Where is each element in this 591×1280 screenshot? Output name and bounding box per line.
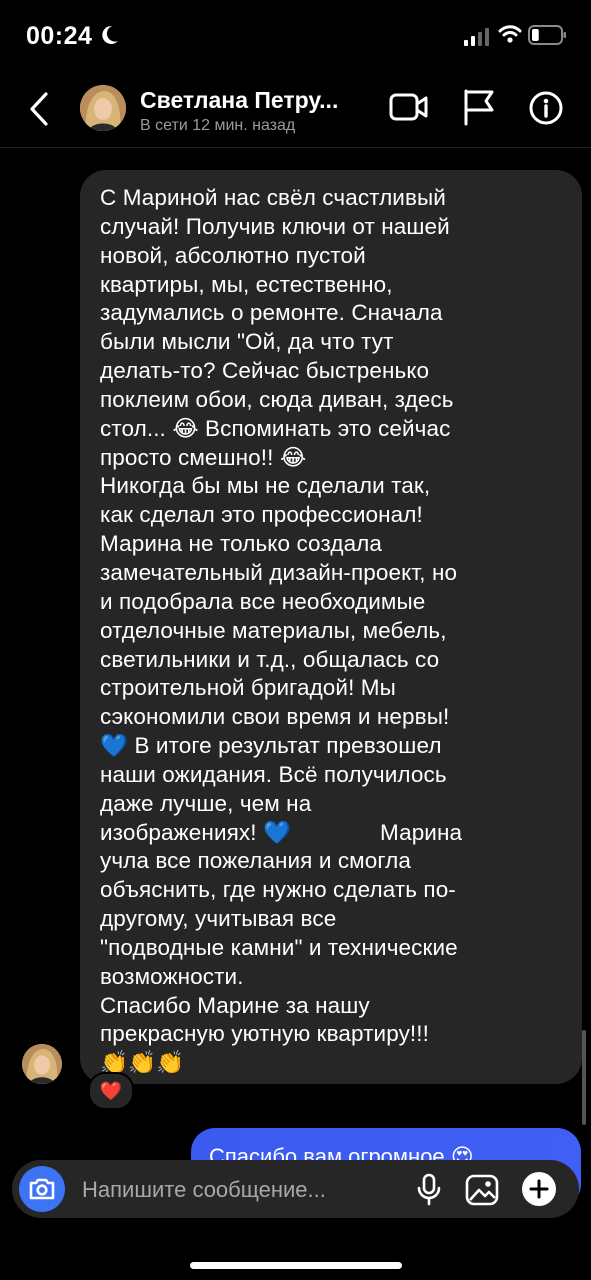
moon-icon [100, 24, 120, 51]
status-bar: 00:24 [0, 0, 591, 70]
info-icon[interactable] [528, 90, 564, 131]
gallery-icon[interactable] [464, 1173, 500, 1212]
incoming-message-bubble[interactable]: С Мариной нас свёл счастливый случай! По… [80, 170, 582, 1084]
sender-avatar[interactable] [22, 1044, 62, 1084]
video-call-icon[interactable] [389, 91, 429, 128]
message-input[interactable] [80, 1170, 404, 1210]
heart-reaction[interactable]: ❤️ [88, 1072, 134, 1110]
chat-header: Светлана Петру... В сети 12 мин. назад [0, 75, 591, 148]
flag-icon[interactable] [462, 88, 496, 131]
status-time: 00:24 [26, 22, 93, 50]
back-icon[interactable] [26, 91, 54, 132]
contact-name[interactable]: Светлана Петру... [140, 87, 338, 114]
add-plus-button[interactable] [522, 1172, 556, 1206]
message-composer [12, 1160, 579, 1218]
scrollbar[interactable] [582, 1030, 586, 1125]
battery-icon [528, 25, 568, 50]
camera-button[interactable] [19, 1166, 65, 1212]
signal-icon [464, 28, 490, 51]
contact-avatar[interactable] [80, 85, 126, 131]
wifi-icon [498, 24, 522, 49]
plus-icon [529, 1179, 549, 1199]
camera-icon [29, 1178, 55, 1200]
contact-status: В сети 12 мин. назад [140, 117, 296, 134]
home-indicator[interactable] [190, 1262, 402, 1269]
microphone-icon[interactable] [416, 1173, 442, 1212]
message-text: С Мариной нас свёл счастливый случай! По… [100, 185, 463, 1076]
